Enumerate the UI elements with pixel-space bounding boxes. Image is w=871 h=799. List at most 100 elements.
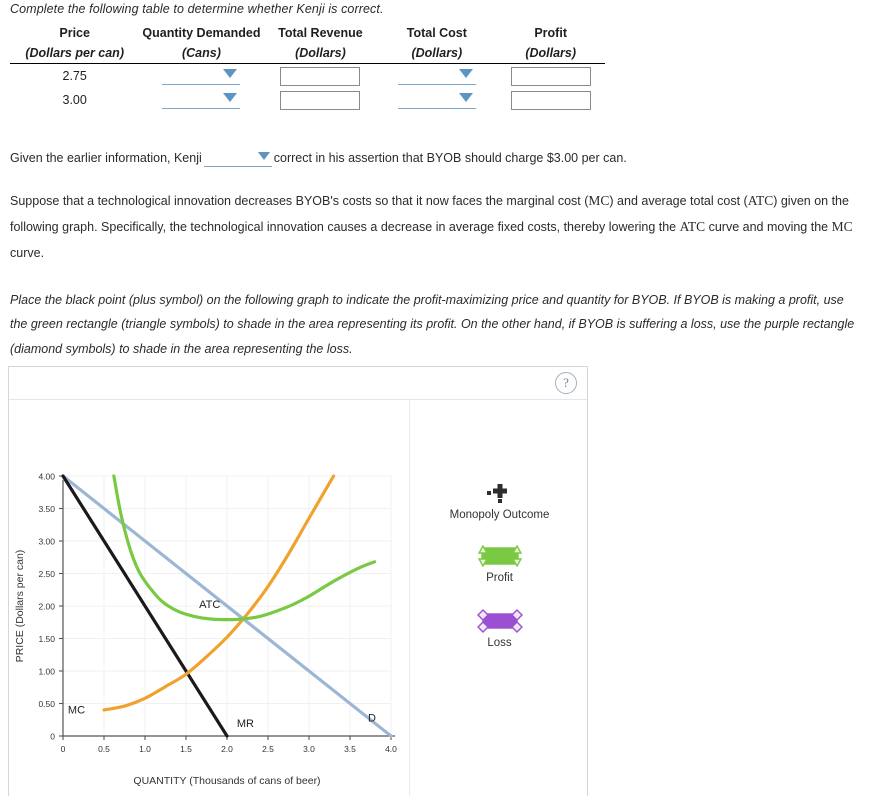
y-tick-label: 0.50: [38, 699, 55, 709]
cell-quantity-row2: [139, 88, 263, 112]
legend-item-loss[interactable]: Loss: [410, 608, 589, 649]
atc-symbol-2: ATC: [679, 219, 706, 235]
col-header-total-cost: Total Cost (Dollars): [377, 26, 497, 64]
cell-total-cost-row2: [377, 88, 496, 112]
cell-price-row1: 2.75: [62, 69, 87, 83]
intro-text: Complete the following table to determin…: [10, 2, 384, 16]
col-unit-total-cost: (Dollars): [411, 46, 463, 60]
x-tick-label: 1.0: [139, 744, 151, 754]
profit-table: Price (Dollars per can) Quantity Demande…: [10, 26, 605, 112]
cell-quantity-row1: [139, 64, 263, 89]
legend-item-monopoly-outcome[interactable]: Monopoly Outcome: [410, 480, 589, 521]
total-cost-dropdown-row1[interactable]: [397, 67, 476, 85]
mc-symbol-2: MC: [831, 219, 853, 235]
legend-label-monopoly-outcome: Monopoly Outcome: [449, 509, 550, 521]
profit-input-row1[interactable]: [510, 66, 591, 86]
total-cost-dropdown-row2[interactable]: [397, 91, 476, 109]
y-axis-label: PRICE (Dollars per can): [14, 550, 26, 663]
cell-total-cost-row1: [377, 64, 496, 89]
kenji-correct-dropdown[interactable]: [203, 151, 272, 167]
tech-p1a: Suppose that a technological innovation …: [10, 194, 589, 208]
chevron-down-icon: [458, 93, 473, 102]
data-table-wrapper: Price (Dollars per can) Quantity Demande…: [10, 26, 610, 112]
assertion-after-text: correct in his assertion that BYOB shoul…: [273, 151, 627, 165]
col-title-price: Price: [59, 26, 90, 40]
tech-p1e: curve.: [10, 245, 45, 260]
chart-svg[interactable]: 0 0.50 1.00 1.50 2.00 2.50 3.00 3.50 4.00 0 0.5 1.0…: [9, 400, 409, 796]
cell-price-row2: 3.00: [62, 93, 87, 107]
table-row: 3.00: [10, 88, 605, 112]
legend-label-loss: Loss: [487, 637, 512, 649]
curve-label-mc: MC: [68, 704, 85, 716]
y-tick-label: 3.00: [38, 537, 55, 547]
chevron-down-icon: [223, 93, 238, 102]
x-tick-label: 4.0: [385, 744, 397, 754]
chevron-down-icon: [257, 151, 270, 160]
x-tick-label: 1.5: [180, 744, 192, 754]
x-tick-label: 2.5: [262, 744, 274, 754]
x-tick-label: 3.0: [303, 744, 315, 754]
plus-point-icon[interactable]: [410, 480, 589, 506]
col-title-profit: Profit: [534, 26, 567, 40]
curve-label-d: D: [368, 713, 376, 725]
chevron-down-icon: [223, 69, 238, 78]
col-header-profit: Profit (Dollars): [496, 26, 605, 64]
x-tick-label: 3.5: [344, 744, 356, 754]
y-tick-label: 3.50: [38, 504, 55, 514]
mc-symbol-1: MC: [588, 193, 610, 208]
y-tick-label: 0: [50, 732, 55, 742]
y-tick-label: 2.50: [38, 569, 55, 579]
quantity-demanded-dropdown-row2[interactable]: [162, 91, 241, 109]
instructions-paragraph: Place the black point (plus symbol) on t…: [10, 293, 855, 356]
total-revenue-input-row1[interactable]: [280, 66, 361, 86]
x-tick-label: 2.0: [221, 744, 233, 754]
cell-total-revenue-row1: [264, 64, 378, 89]
chart-legend: Monopoly Outcome Profit Loss: [409, 400, 589, 796]
graph-panel-header: ?: [9, 367, 587, 400]
quantity-demanded-dropdown-row1[interactable]: [162, 67, 241, 85]
curve-label-atc: ATC: [199, 599, 220, 611]
graph-panel-body: 0 0.50 1.00 1.50 2.00 2.50 3.00 3.50 4.00 0 0.5 1.0…: [9, 400, 587, 796]
technology-paragraph: Suppose that a technological innovation …: [10, 188, 862, 265]
chevron-down-icon: [458, 69, 473, 78]
col-unit-total-revenue: (Dollars): [295, 46, 346, 60]
assertion-before-text: Given the earlier information, Kenji: [10, 151, 202, 165]
y-tick-label: 2.00: [38, 602, 55, 612]
profit-rectangle-icon[interactable]: [410, 543, 589, 569]
col-unit-quantity-demanded: (Cans): [181, 46, 221, 60]
legend-item-profit[interactable]: Profit: [410, 543, 589, 584]
table-row: 2.75: [10, 64, 605, 89]
x-tick-label: 0.5: [98, 744, 110, 754]
col-unit-price: (Dollars per can): [25, 46, 124, 60]
col-header-quantity-demanded: Quantity Demanded (Cans): [139, 26, 264, 64]
help-icon[interactable]: ?: [555, 372, 577, 394]
atc-symbol-1: ATC: [747, 193, 774, 208]
green-triangle-rectangle-svg: [477, 544, 522, 568]
col-title-total-cost: Total Cost: [406, 26, 467, 40]
tech-p1b: ) and average total cost (: [609, 194, 748, 208]
col-header-total-revenue: Total Revenue (Dollars): [263, 26, 378, 64]
legend-label-profit: Profit: [486, 572, 513, 584]
x-axis-label: QUANTITY (Thousands of cans of beer): [133, 775, 320, 787]
profit-input-row2[interactable]: [510, 90, 591, 110]
y-tick-label: 4.00: [38, 472, 55, 482]
total-revenue-input-row2[interactable]: [280, 90, 361, 110]
col-header-price: Price (Dollars per can): [10, 26, 140, 64]
cell-profit-row2: [496, 88, 605, 112]
col-title-quantity-demanded: Quantity Demanded: [142, 26, 261, 40]
curve-label-mr: MR: [237, 718, 254, 730]
cell-total-revenue-row2: [264, 88, 378, 112]
loss-rectangle-icon[interactable]: [410, 608, 589, 634]
purple-diamond-rectangle-svg: [476, 609, 523, 633]
y-tick-label: 1.00: [38, 667, 55, 677]
x-tick-label: 0: [61, 744, 66, 754]
col-unit-profit: (Dollars): [525, 46, 577, 60]
graph-panel: ? 0 0.50 1.00 1.50 2.00 2.50 3.00 3.50 4.00 0 0.5 1…: [8, 366, 588, 796]
y-tick-label: 1.50: [38, 634, 55, 644]
tech-p1d: curve and moving the: [705, 220, 832, 235]
cell-profit-row1: [496, 64, 605, 89]
plus-symbol-svg: [486, 484, 507, 503]
economics-chart[interactable]: 0 0.50 1.00 1.50 2.00 2.50 3.00 3.50 4.00 0 0.5 1.0…: [9, 400, 409, 796]
assertion-sentence: Given the earlier information, Kenji corr…: [10, 146, 862, 170]
col-title-total-revenue: Total Revenue: [278, 26, 363, 40]
